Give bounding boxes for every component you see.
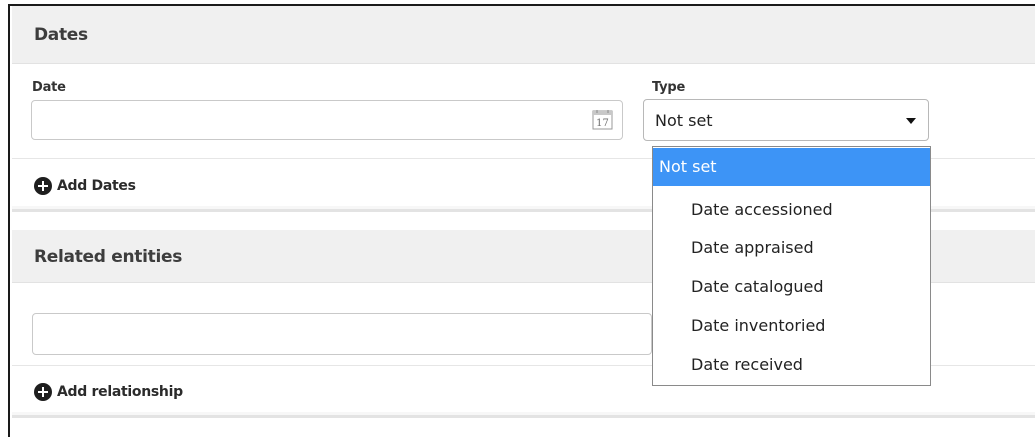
add-relationship-label: Add relationship [57,384,183,400]
dropdown-option-not-set[interactable]: Not set [653,148,930,186]
dates-panel-title: Dates [34,25,88,45]
add-circle-icon [34,177,52,195]
dropdown-option-date-appraised[interactable]: Date appraised [653,229,930,267]
dropdown-option-date-received[interactable]: Date received [653,346,930,384]
add-dates-button[interactable]: Add Dates [34,177,136,195]
related-panel-title: Related entities [34,247,183,267]
date-label: Date [32,80,66,95]
add-dates-label: Add Dates [57,178,136,194]
add-relationship-button[interactable]: Add relationship [34,383,183,401]
dropdown-option-date-inventoried[interactable]: Date inventoried [653,307,930,345]
dropdown-option-date-accessioned[interactable]: Date accessioned [653,191,930,229]
date-input[interactable]: 17 [31,100,623,140]
type-select[interactable]: Not set [643,99,929,141]
calendar-icon[interactable]: 17 [592,109,614,131]
related-entity-input[interactable] [32,313,652,355]
caret-down-icon [906,118,916,124]
calendar-day: 17 [596,118,609,129]
dates-panel-header: Dates [12,6,1035,64]
add-circle-icon [34,383,52,401]
type-select-value: Not set [655,111,713,130]
type-dropdown-list: Not set Date accessioned Date appraised … [652,146,931,386]
type-label: Type [652,80,686,95]
dropdown-option-date-catalogued[interactable]: Date catalogued [653,268,930,306]
